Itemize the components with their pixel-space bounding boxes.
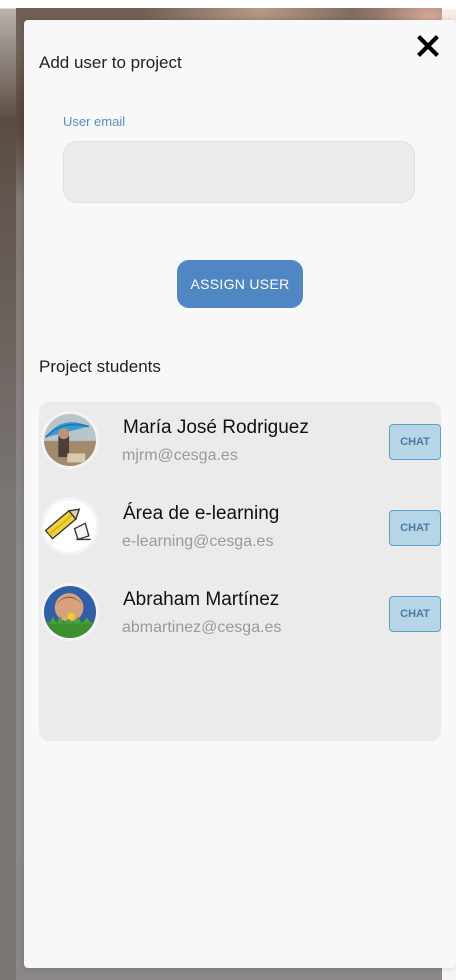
close-button[interactable] bbox=[414, 32, 442, 60]
close-icon bbox=[417, 35, 439, 57]
student-name: Abraham Martínez bbox=[123, 589, 280, 610]
project-students-title: Project students bbox=[39, 357, 161, 376]
top-edge bbox=[0, 0, 456, 8]
avatar bbox=[41, 411, 99, 469]
list-item: Abraham Martínez abmartinez@cesga.es CHA… bbox=[39, 574, 441, 654]
photo-child-flower-avatar bbox=[44, 586, 96, 638]
student-email: e-learning@cesga.es bbox=[122, 533, 274, 550]
list-item: Área de e-learning e-learning@cesga.es C… bbox=[39, 488, 441, 568]
background-left-edge bbox=[0, 0, 16, 980]
photo-umbrella-avatar bbox=[44, 414, 96, 466]
avatar bbox=[41, 497, 99, 555]
pencil-logo-avatar bbox=[44, 500, 96, 552]
student-name: Área de e-learning bbox=[123, 503, 280, 524]
add-user-modal: Add user to project User email ASSIGN US… bbox=[24, 20, 456, 968]
assign-user-button[interactable]: ASSIGN USER bbox=[177, 260, 303, 308]
avatar bbox=[41, 583, 99, 641]
student-email: mjrm@cesga.es bbox=[122, 447, 238, 464]
student-name: María José Rodriguez bbox=[123, 417, 309, 438]
chat-button[interactable]: CHAT bbox=[389, 510, 441, 546]
modal-title: Add user to project bbox=[39, 53, 182, 72]
students-list: María José Rodriguez mjrm@cesga.es CHAT bbox=[39, 402, 441, 741]
list-item: María José Rodriguez mjrm@cesga.es CHAT bbox=[39, 402, 441, 482]
user-email-label: User email bbox=[63, 114, 126, 129]
student-email: abmartinez@cesga.es bbox=[122, 619, 282, 636]
chat-button[interactable]: CHAT bbox=[389, 424, 441, 460]
chat-button[interactable]: CHAT bbox=[389, 596, 441, 632]
user-email-input[interactable] bbox=[63, 141, 415, 203]
